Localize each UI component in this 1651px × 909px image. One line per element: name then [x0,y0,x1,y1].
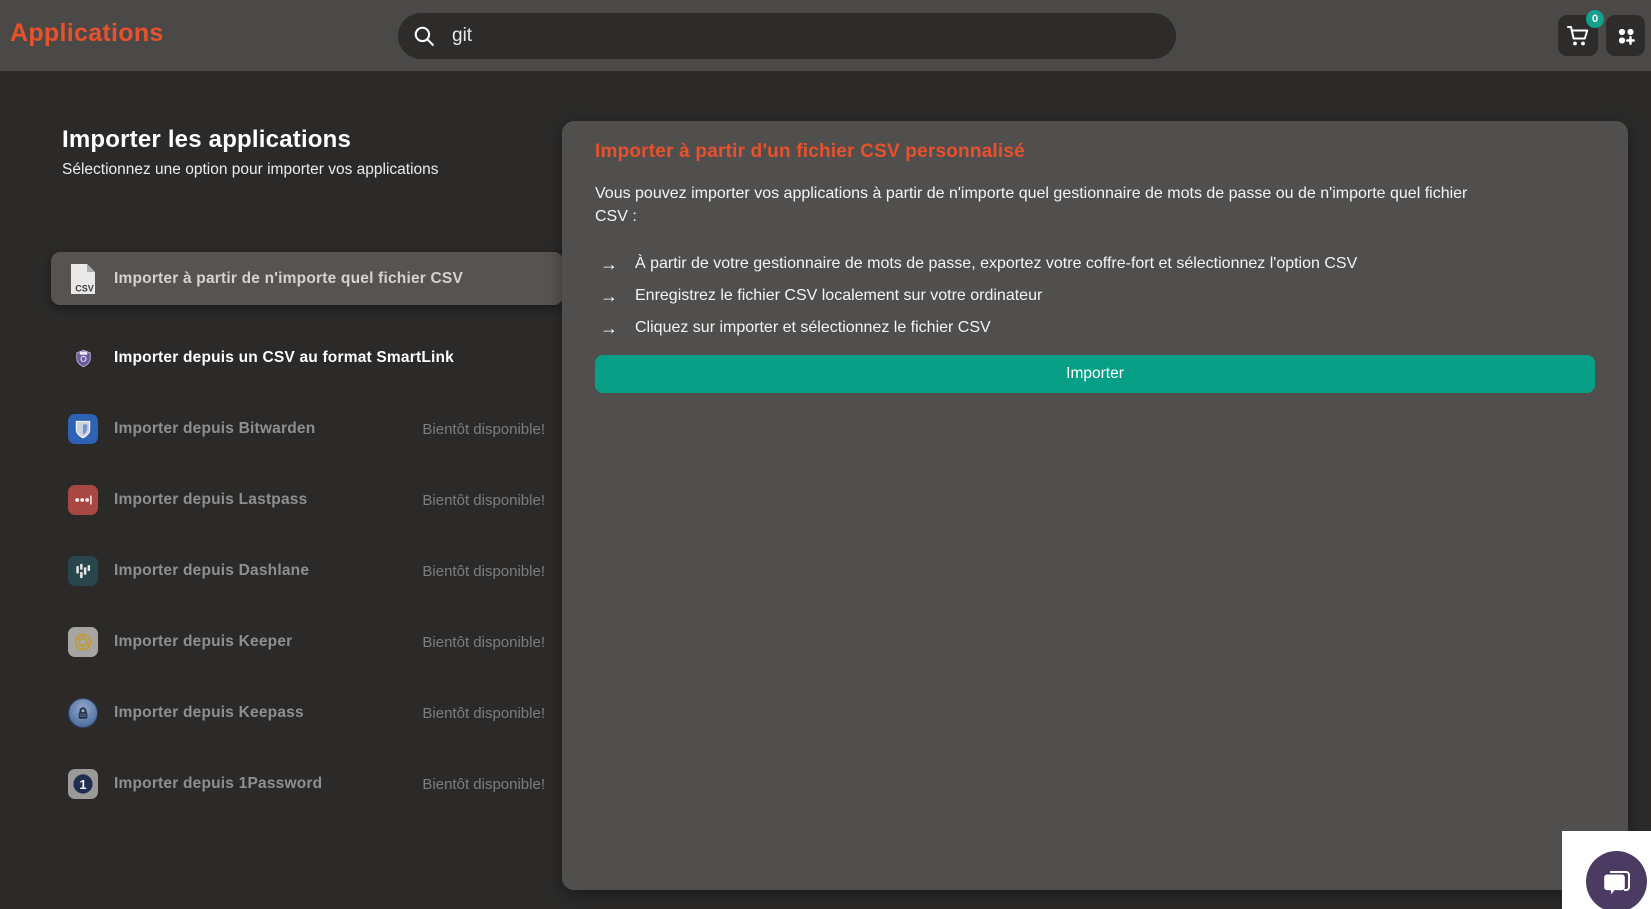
import-option-any-csv[interactable]: CSV Importer à partir de n'importe quel … [51,252,563,305]
chat-button[interactable] [1586,851,1647,909]
import-option-smartlink-csv[interactable]: Importer depuis un CSV au format SmartLi… [51,333,563,383]
search-input[interactable] [450,24,1162,48]
svg-text:CSV: CSV [75,283,94,293]
coming-soon-label: Bientôt disponible! [422,705,545,722]
import-option-dashlane[interactable]: Importer depuis Dashlane Bientôt disponi… [51,546,563,596]
import-option-keepass[interactable]: Importer depuis Keepass Bientôt disponib… [51,688,563,738]
import-step: → Cliquez sur importer et sélectionnez l… [595,319,1595,338]
sidebar-title: Importer les applications [62,126,439,154]
panel-intro-line2: CSV : [595,205,1595,228]
search-bar[interactable] [398,13,1176,59]
import-option-keeper[interactable]: Importer depuis Keeper Bientôt disponibl… [51,617,563,667]
chat-widget-container [1562,831,1651,909]
lastpass-icon [68,485,98,515]
import-option-label: Importer depuis Keeper [114,633,292,651]
smartlink-shield-icon [68,343,98,373]
import-step: → Enregistrez le fichier CSV localement … [595,287,1595,306]
keeper-icon [68,627,98,657]
panel-title: Importer à partir d'un fichier CSV perso… [595,141,1595,163]
import-option-lastpass[interactable]: Importer depuis Lastpass Bientôt disponi… [51,475,563,525]
import-option-label: Importer depuis Keepass [114,704,304,722]
import-option-label: Importer à partir de n'importe quel fich… [114,270,463,288]
chat-bubble-icon [1600,865,1634,899]
svg-text:1: 1 [79,777,86,792]
import-step: → À partir de votre gestionnaire de mots… [595,255,1595,274]
page-title: Applications [10,19,164,48]
import-option-1password[interactable]: 1 Importer depuis 1Password Bientôt disp… [51,759,563,809]
coming-soon-label: Bientôt disponible! [422,563,545,580]
search-icon [412,24,437,49]
keepass-icon [68,698,98,728]
import-option-label: Importer depuis Bitwarden [114,420,315,438]
add-application-button[interactable] [1606,15,1645,56]
import-options-list: CSV Importer à partir de n'importe quel … [51,252,563,830]
sidebar-subtitle: Sélectionnez une option pour importer vo… [62,161,439,179]
arrow-right-icon: → [600,255,618,274]
import-step-text: Cliquez sur importer et sélectionnez le … [635,319,991,337]
import-option-label: Importer depuis 1Password [114,775,322,793]
coming-soon-label: Bientôt disponible! [422,421,545,438]
arrow-right-icon: → [600,319,618,338]
dashlane-icon [68,556,98,586]
cart-button[interactable]: 0 [1558,15,1598,56]
top-bar: Applications 0 [0,0,1651,71]
cart-count-badge: 0 [1586,10,1604,28]
csv-file-icon: CSV [68,264,98,294]
import-steps: → À partir de votre gestionnaire de mots… [595,255,1595,338]
bitwarden-icon [68,414,98,444]
import-option-label: Importer depuis Dashlane [114,562,309,580]
coming-soon-label: Bientôt disponible! [422,492,545,509]
sidebar-header: Importer les applications Sélectionnez u… [62,126,439,179]
1password-icon: 1 [68,769,98,799]
import-option-label: Importer depuis un CSV au format SmartLi… [114,349,454,367]
import-step-text: Enregistrez le fichier CSV localement su… [635,287,1042,305]
import-option-label: Importer depuis Lastpass [114,491,307,509]
coming-soon-label: Bientôt disponible! [422,776,545,793]
panel-intro: Vous pouvez importer vos applications à … [595,182,1595,228]
import-detail-panel: Importer à partir d'un fichier CSV perso… [562,121,1628,890]
import-step-text: À partir de votre gestionnaire de mots d… [635,255,1357,273]
arrow-right-icon: → [600,287,618,306]
coming-soon-label: Bientôt disponible! [422,634,545,651]
panel-intro-line1: Vous pouvez importer vos applications à … [595,182,1595,205]
import-option-bitwarden[interactable]: Importer depuis Bitwarden Bientôt dispon… [51,404,563,454]
import-button[interactable]: Importer [595,355,1595,393]
